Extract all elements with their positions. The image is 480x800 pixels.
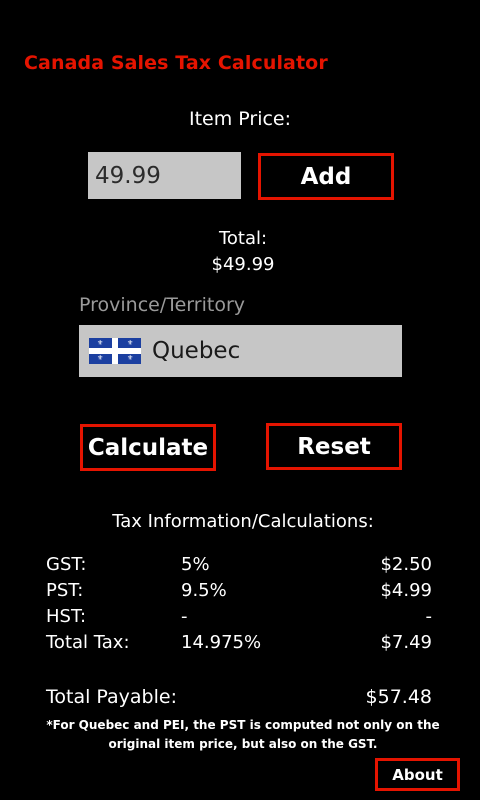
quebec-flag-icon: ⚜ ⚜ ⚜ ⚜ [89,338,141,364]
reset-button[interactable]: Reset [266,423,402,470]
tax-row-pst: PST: 9.5% $4.99 [46,580,432,606]
tax-row-rate: - [181,606,188,627]
tax-info-heading: Tax Information/Calculations: [112,511,374,532]
tax-row-total-tax: Total Tax: 14.975% $7.49 [46,632,432,658]
about-button[interactable]: About [375,758,460,791]
quebec-pei-footnote: *For Quebec and PEI, the PST is computed… [46,718,440,751]
tax-row-rate: 9.5% [181,580,227,601]
calculate-button[interactable]: Calculate [80,424,216,471]
tax-row-name: HST: [46,606,87,627]
tax-row-amount: $4.99 [380,580,432,601]
total-payable-label: Total Payable: [46,686,177,708]
item-price-label: Item Price: [188,108,292,130]
tax-row-amount: $2.50 [380,554,432,575]
tax-row-rate: 14.975% [181,632,262,653]
tax-row-name: PST: [46,580,84,601]
tax-row-amount: $7.49 [380,632,432,653]
total-payable-amount: $57.48 [365,686,432,708]
item-price-input[interactable] [88,152,241,199]
tax-row-hst: HST: - - [46,606,432,632]
tax-row-gst: GST: 5% $2.50 [46,554,432,580]
province-select[interactable]: ⚜ ⚜ ⚜ ⚜ Quebec [79,325,402,377]
province-label: Province/Territory [79,294,246,316]
tax-row-name: GST: [46,554,87,575]
tax-row-amount: - [425,606,433,627]
app-title: Canada Sales Tax Calculator [24,52,328,74]
tax-row-rate: 5% [181,554,210,575]
total-label: Total: [218,228,268,249]
add-button[interactable]: Add [258,153,394,200]
total-value: $49.99 [211,254,275,275]
province-selected-value: Quebec [152,338,241,364]
tax-row-name: Total Tax: [46,632,130,653]
